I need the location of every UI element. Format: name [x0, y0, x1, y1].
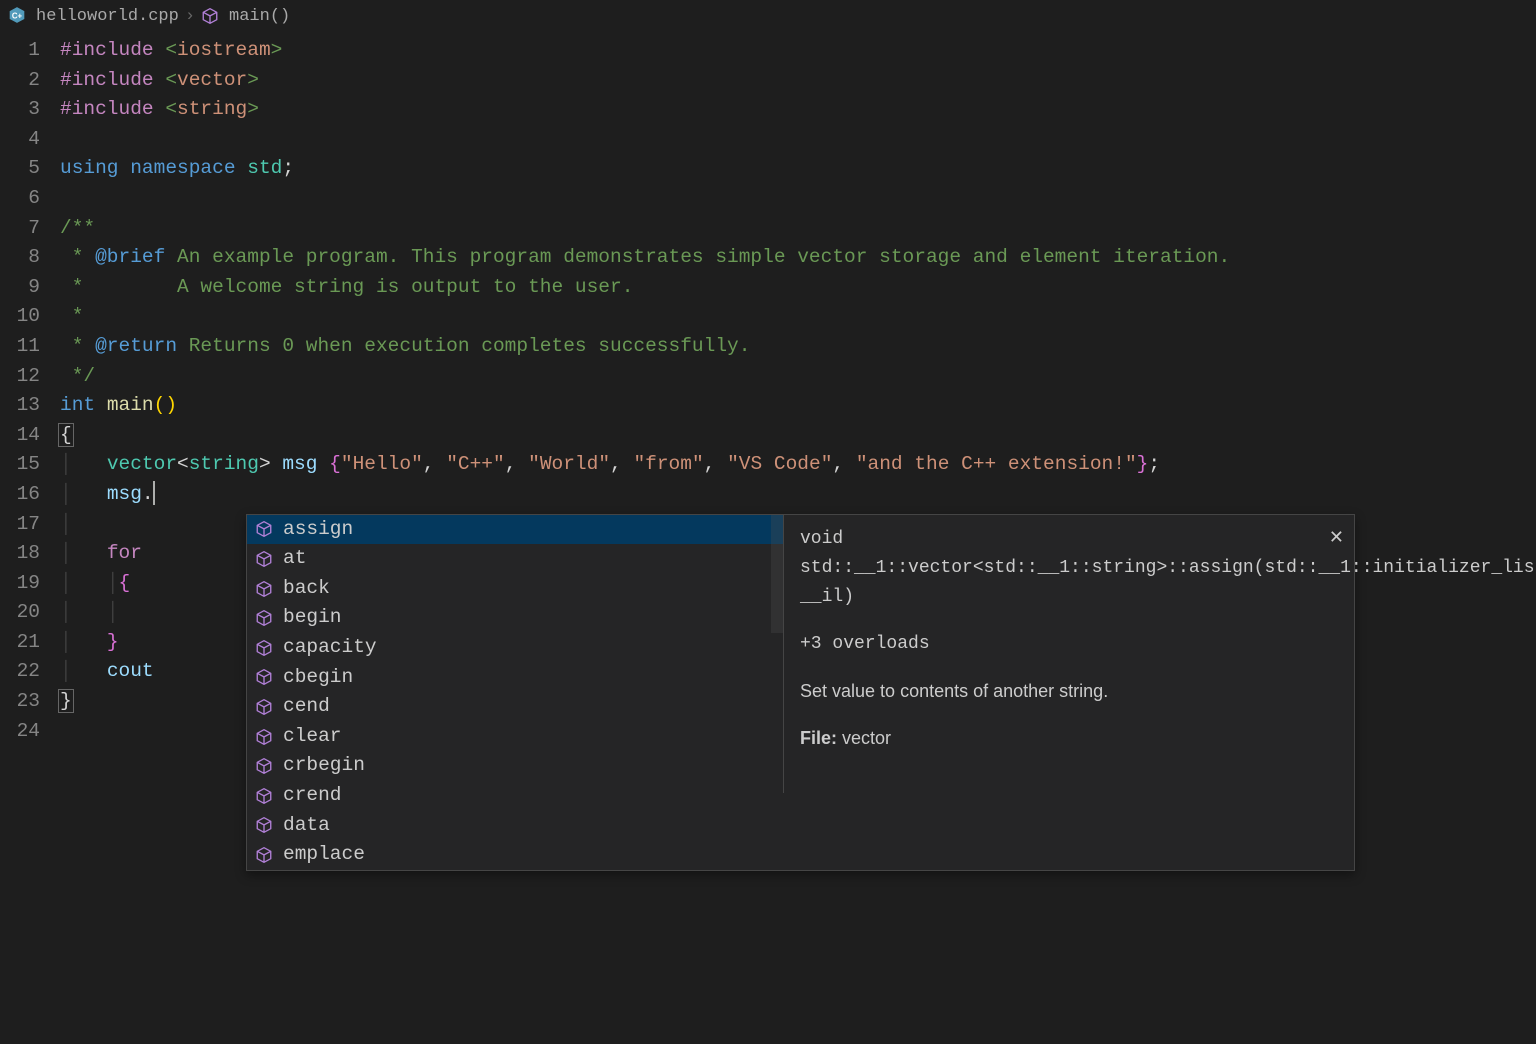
suggest-item[interactable]: begin [247, 603, 783, 633]
line-number: 8 [0, 243, 60, 273]
chevron-right-icon: › [185, 2, 195, 32]
line-number: 14 [0, 421, 60, 451]
code-area[interactable]: #include <iostream> #include <vector> #i… [60, 36, 1536, 746]
suggest-item-label: clear [283, 722, 342, 752]
breadcrumb-file[interactable]: helloworld.cpp [36, 2, 179, 32]
suggest-item[interactable]: data [247, 811, 783, 841]
suggest-item-label: cend [283, 692, 330, 722]
line-number: 23 [0, 687, 60, 717]
method-icon [255, 639, 273, 657]
suggest-item[interactable]: cbegin [247, 663, 783, 693]
method-icon [201, 2, 223, 32]
line-number: 19 [0, 569, 60, 599]
method-icon [255, 787, 273, 805]
signature-text: void std::__1::vector<std::__1::string>:… [800, 525, 1340, 612]
method-icon [255, 580, 273, 598]
suggest-docs: ✕ void std::__1::vector<std::__1::string… [783, 515, 1354, 793]
method-icon [255, 609, 273, 627]
line-number: 1 [0, 36, 60, 66]
description-text: Set value to contents of another string. [800, 677, 1340, 706]
scrollbar[interactable] [771, 515, 783, 633]
method-icon [255, 550, 273, 568]
code-editor[interactable]: 123456789101112131415161718192021222324 … [0, 34, 1536, 746]
suggest-item[interactable]: emplace [247, 840, 783, 870]
line-number: 16 [0, 480, 60, 510]
suggest-item[interactable]: back [247, 574, 783, 604]
suggest-item-label: begin [283, 603, 342, 633]
method-icon [255, 846, 273, 864]
suggest-item-label: back [283, 574, 330, 604]
line-number: 3 [0, 95, 60, 125]
line-number: 22 [0, 657, 60, 687]
line-number: 21 [0, 628, 60, 658]
file-info: File: vector [800, 724, 1340, 753]
suggest-item-label: capacity [283, 633, 377, 663]
line-number: 6 [0, 184, 60, 214]
line-number: 15 [0, 450, 60, 480]
close-icon[interactable]: ✕ [1329, 523, 1344, 552]
line-number: 5 [0, 154, 60, 184]
line-number: 2 [0, 66, 60, 96]
method-icon [255, 520, 273, 538]
line-number: 18 [0, 539, 60, 569]
line-number: 20 [0, 598, 60, 628]
line-number: 17 [0, 510, 60, 540]
line-number: 11 [0, 332, 60, 362]
suggest-item[interactable]: cend [247, 692, 783, 722]
suggest-item[interactable]: crend [247, 781, 783, 811]
suggest-item-label: cbegin [283, 663, 353, 693]
method-icon [255, 698, 273, 716]
suggest-item-label: data [283, 811, 330, 841]
suggest-item-label: crend [283, 781, 342, 811]
breadcrumb-symbol[interactable]: main() [229, 2, 290, 32]
suggest-widget[interactable]: assignatbackbegincapacitycbegincendclear… [246, 514, 1355, 871]
breadcrumb[interactable]: helloworld.cpp › main() [0, 0, 1536, 34]
line-number: 13 [0, 391, 60, 421]
method-icon [255, 816, 273, 834]
suggest-item[interactable]: capacity [247, 633, 783, 663]
suggest-item[interactable]: clear [247, 722, 783, 752]
suggest-item-label: assign [283, 515, 353, 545]
suggest-item-label: emplace [283, 840, 365, 870]
line-number: 12 [0, 362, 60, 392]
line-number-gutter: 123456789101112131415161718192021222324 [0, 36, 60, 746]
suggest-list[interactable]: assignatbackbegincapacitycbegincendclear… [247, 515, 783, 870]
suggest-item[interactable]: at [247, 544, 783, 574]
method-icon [255, 668, 273, 686]
method-icon [255, 757, 273, 775]
suggest-item[interactable]: crbegin [247, 751, 783, 781]
line-number: 10 [0, 302, 60, 332]
method-icon [255, 728, 273, 746]
suggest-item[interactable]: assign [247, 515, 783, 545]
text-cursor [153, 481, 155, 505]
line-number: 4 [0, 125, 60, 155]
line-number: 9 [0, 273, 60, 303]
line-number: 7 [0, 214, 60, 244]
line-number: 24 [0, 717, 60, 747]
overloads-text: +3 overloads [800, 630, 1340, 659]
suggest-item-label: crbegin [283, 751, 365, 781]
suggest-item-label: at [283, 544, 306, 574]
cpp-file-icon [8, 2, 30, 32]
